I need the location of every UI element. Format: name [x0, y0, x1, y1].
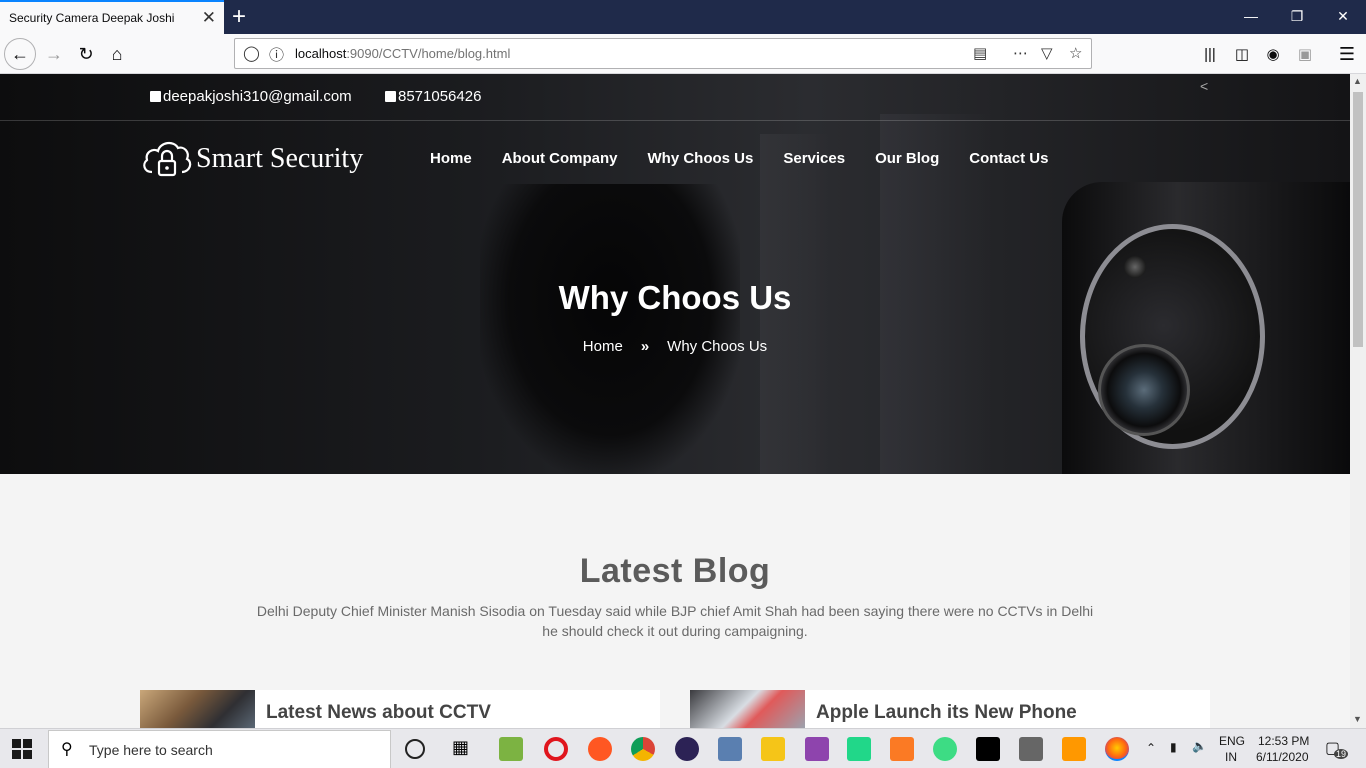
hero-title: Why Choos Us — [558, 279, 792, 316]
android-studio-icon[interactable] — [933, 737, 957, 761]
browser-toolbar: ← → ↻ ⌂ ◯ ⓘ localhost:9090/CCTV/home/blo… — [0, 34, 1366, 74]
web-page: deepakjoshi310@gmail.com 8571056426 < Sm… — [0, 74, 1350, 728]
firefox-icon[interactable] — [1105, 737, 1129, 761]
nav-our-blog[interactable]: Our Blog — [875, 150, 939, 167]
nav-why-choose-us[interactable]: Why Choos Us — [648, 150, 754, 167]
double-chevron-right-icon: » — [640, 338, 650, 355]
camera-sensor — [1124, 256, 1146, 278]
search-placeholder: Type here to search — [89, 742, 213, 758]
phone-text: 8571056426 — [398, 88, 482, 105]
clock-time[interactable]: 12:53 PM — [1258, 734, 1309, 748]
hero-silhouette — [480, 184, 740, 474]
url-path: :9090/CCTV/home/blog.html — [346, 46, 511, 61]
volume-icon[interactable]: 🔈 — [1192, 739, 1207, 753]
breadcrumb-home[interactable]: Home — [583, 338, 623, 355]
scroll-thumb[interactable] — [1353, 92, 1363, 347]
tab-title: Security Camera Deepak Joshi — [9, 11, 175, 25]
shield-icon[interactable]: ◯ — [243, 44, 260, 62]
camera-lens — [1098, 344, 1190, 436]
language-indicator[interactable]: ENG — [1219, 734, 1245, 748]
phone-contact[interactable]: 8571056426 — [385, 88, 481, 105]
intellij-icon[interactable] — [976, 737, 1000, 761]
browser-tab[interactable]: Security Camera Deepak Joshi ✕ — [0, 0, 224, 34]
breadcrumb-current: Why Choos Us — [667, 338, 768, 355]
section-title: Latest Blog — [579, 552, 771, 590]
chrome-icon[interactable] — [631, 737, 655, 761]
virtualbox-icon[interactable] — [718, 737, 742, 761]
minimize-icon[interactable]: — — [1228, 0, 1274, 32]
eclipse-icon[interactable] — [675, 737, 699, 761]
extension-icon[interactable]: ▣ — [1289, 38, 1321, 70]
search-icon: ⚲ — [61, 741, 73, 758]
nav-contact-us[interactable]: Contact Us — [969, 150, 1048, 167]
photo-app-icon[interactable] — [1019, 737, 1043, 761]
restore-icon[interactable]: ❐ — [1274, 0, 1320, 32]
forward-icon[interactable]: → — [38, 38, 70, 70]
pycharm-icon[interactable] — [847, 737, 871, 761]
pocket-icon[interactable]: ▽ — [1041, 44, 1053, 62]
nav-services[interactable]: Services — [783, 150, 845, 167]
email-contact[interactable]: deepakjoshi310@gmail.com — [150, 88, 352, 105]
url-text[interactable]: localhost:9090/CCTV/home/blog.html — [295, 46, 510, 61]
blog-card-title[interactable]: Apple Launch its New Phone — [816, 702, 1077, 724]
blog-card[interactable]: Latest News about CCTV — [140, 690, 660, 728]
phone-icon — [385, 91, 396, 102]
more-actions-icon[interactable]: ⋯ — [1013, 44, 1028, 62]
blog-card-image — [140, 690, 255, 728]
browser-tab-bar: Security Camera Deepak Joshi ✕ + — ❐ ✕ — [0, 0, 1366, 34]
nav-about-company[interactable]: About Company — [502, 150, 618, 167]
library-icon[interactable]: ||| — [1194, 38, 1226, 70]
menu-icon[interactable]: ☰ — [1331, 38, 1363, 70]
close-window-icon[interactable]: ✕ — [1320, 0, 1366, 32]
nav-home[interactable]: Home — [430, 150, 472, 167]
opera-icon[interactable] — [544, 737, 568, 761]
reader-view-icon[interactable]: ▤ — [973, 44, 987, 62]
close-tab-icon[interactable]: ✕ — [202, 8, 216, 28]
windows-start-icon[interactable] — [12, 739, 32, 759]
section-description: Delhi Deputy Chief Minister Manish Sisod… — [256, 603, 1094, 639]
breadcrumb: Home » Why Choos Us — [0, 338, 1350, 355]
home-icon[interactable]: ⌂ — [101, 38, 133, 70]
region-indicator[interactable]: IN — [1225, 750, 1237, 764]
chevron-left-icon[interactable]: < — [1200, 78, 1208, 94]
blog-card-title[interactable]: Latest News about CCTV — [266, 702, 491, 724]
site-logo[interactable]: Smart Security — [140, 134, 363, 184]
file-explorer-icon[interactable] — [761, 737, 785, 761]
xampp-icon[interactable] — [890, 737, 914, 761]
main-nav: Home About Company Why Choos Us Services… — [430, 150, 1078, 167]
logo-text: Smart Security — [196, 143, 364, 174]
tray-chevron-icon[interactable]: ⌃ — [1146, 741, 1156, 755]
taskbar: ⚲ Type here to search ▦ ⌃ ▮ 🔈 ENG IN 12:… — [0, 728, 1366, 768]
app-icon[interactable] — [805, 737, 829, 761]
url-bar[interactable]: ◯ ⓘ localhost:9090/CCTV/home/blog.html ▤… — [234, 38, 1092, 69]
task-view-icon[interactable]: ▦ — [452, 737, 476, 761]
info-icon[interactable]: ⓘ — [269, 44, 284, 65]
account-icon[interactable]: ◉ — [1257, 38, 1289, 70]
hero-banner: deepakjoshi310@gmail.com 8571056426 < Sm… — [0, 74, 1350, 474]
postman-icon[interactable] — [588, 737, 612, 761]
sublime-text-icon[interactable] — [1062, 737, 1086, 761]
sidebar-icon[interactable]: ◫ — [1226, 38, 1258, 70]
notification-count: 19 — [1334, 749, 1349, 759]
url-host: localhost — [295, 46, 347, 61]
clock-date[interactable]: 6/11/2020 — [1256, 750, 1309, 764]
scroll-up-icon[interactable]: ▲ — [1353, 76, 1362, 86]
blog-card-image — [690, 690, 805, 728]
contact-topbar: deepakjoshi310@gmail.com 8571056426 < — [0, 74, 1350, 121]
chart-app-icon[interactable] — [499, 737, 523, 761]
reload-icon[interactable]: ↻ — [70, 38, 102, 70]
new-tab-icon[interactable]: + — [232, 3, 246, 31]
taskbar-search[interactable]: ⚲ Type here to search — [48, 730, 391, 768]
cloud-lock-icon — [143, 141, 192, 177]
envelope-icon — [150, 91, 161, 102]
email-text: deepakjoshi310@gmail.com — [163, 88, 352, 105]
bookmark-star-icon[interactable]: ☆ — [1069, 44, 1082, 62]
back-icon[interactable]: ← — [4, 38, 36, 70]
cortana-icon[interactable] — [405, 739, 425, 759]
scroll-down-icon[interactable]: ▼ — [1353, 714, 1362, 724]
page-scrollbar[interactable]: ▲ ▼ — [1350, 74, 1366, 728]
blog-card[interactable]: Apple Launch its New Phone — [690, 690, 1210, 728]
battery-icon[interactable]: ▮ — [1170, 740, 1177, 754]
